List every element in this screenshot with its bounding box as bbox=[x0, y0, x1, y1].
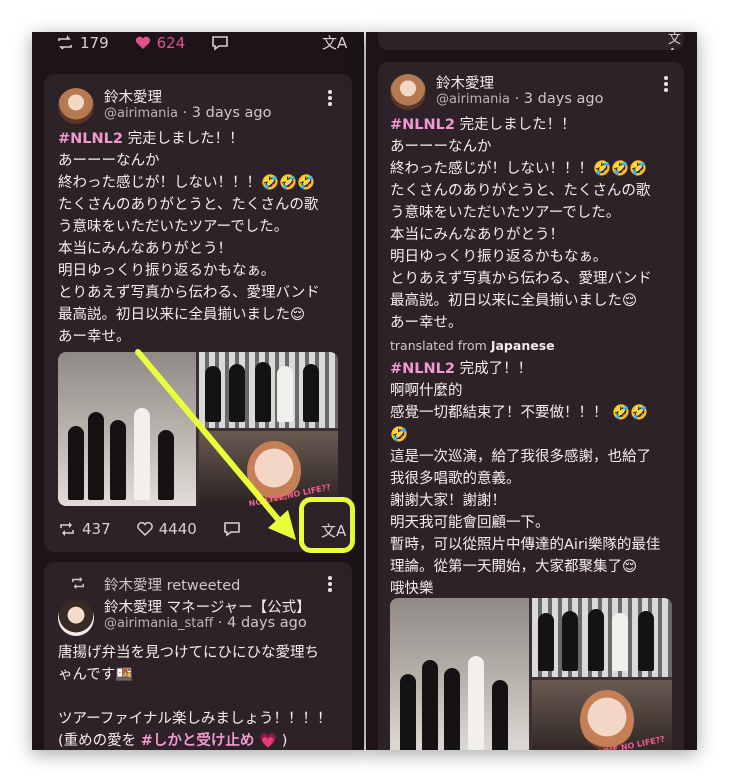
post-photos[interactable]: NO LIVE,NO LIFE?? bbox=[390, 598, 672, 750]
photo-group[interactable] bbox=[58, 352, 196, 506]
hashtag-link[interactable]: #しかと受け止め bbox=[141, 733, 255, 749]
reply-button[interactable] bbox=[211, 35, 229, 51]
more-icon[interactable] bbox=[664, 76, 668, 94]
photo-band[interactable] bbox=[532, 598, 672, 677]
translate-icon: 文A bbox=[322, 34, 348, 52]
retweet-icon bbox=[60, 522, 74, 536]
previous-post-actions: 179 624 bbox=[56, 34, 255, 52]
post-time[interactable]: · 3 days ago bbox=[183, 105, 272, 121]
hashtag-link[interactable]: #NLNL2 bbox=[390, 361, 455, 377]
right-timeline: 文A 鈴木愛理 @airimania · 3 days ago #NLNL2 完… bbox=[366, 32, 697, 750]
post-meta: @airimania_staff · 4 days ago bbox=[104, 615, 307, 631]
more-icon[interactable] bbox=[328, 576, 332, 594]
left-timeline: 179 624 文A 鈴木愛理 @airimania · 3 days ago … bbox=[32, 32, 364, 750]
author-handle[interactable]: @airimania_staff bbox=[104, 616, 213, 631]
like-button[interactable]: 624 bbox=[135, 34, 186, 52]
previous-post-card[interactable]: 文A bbox=[378, 32, 684, 50]
retweet-button[interactable]: 437 bbox=[58, 520, 111, 538]
author-name[interactable]: 鈴木愛理 bbox=[104, 86, 162, 107]
translate-highlight bbox=[299, 497, 355, 553]
retweet-button[interactable]: 179 bbox=[56, 34, 109, 52]
post-time[interactable]: · 3 days ago bbox=[515, 91, 604, 107]
retweet-count: 437 bbox=[82, 520, 111, 538]
post-time[interactable]: · 4 days ago bbox=[218, 615, 307, 631]
photo-selfie[interactable]: NO LIVE,NO LIFE?? bbox=[199, 431, 338, 506]
retweet-icon bbox=[72, 576, 84, 590]
like-count: 4440 bbox=[158, 520, 197, 538]
retweet-card[interactable]: 鈴木愛理 retweeted 鈴木愛理 マネージャー【公式】 @airimani… bbox=[44, 562, 352, 750]
heart-icon bbox=[136, 522, 153, 536]
post-meta: @airimania · 3 days ago bbox=[436, 91, 603, 107]
photo-group[interactable] bbox=[390, 598, 529, 750]
avatar[interactable] bbox=[58, 600, 94, 636]
retweet-count: 179 bbox=[80, 34, 109, 52]
translated-label: translated from Japanese bbox=[390, 338, 555, 353]
like-count: 624 bbox=[156, 34, 186, 52]
post-meta: @airimania · 3 days ago bbox=[104, 105, 271, 121]
translated-post-card[interactable]: 鈴木愛理 @airimania · 3 days ago #NLNL2 完走しま… bbox=[378, 62, 684, 750]
post-actions: 437 4440 bbox=[58, 520, 267, 538]
retweet-icon bbox=[58, 35, 72, 50]
post-text: #NLNL2 完走しました！！ あーーーなんか 終わった感じが！しない！！！🤣🤣… bbox=[58, 131, 320, 345]
source-language: Japanese bbox=[490, 338, 555, 353]
translate-button[interactable]: 文A bbox=[322, 32, 347, 53]
post-card[interactable]: 鈴木愛理 @airimania · 3 days ago #NLNL2 完走しま… bbox=[44, 74, 352, 552]
more-icon[interactable] bbox=[328, 90, 332, 108]
author-name[interactable]: 鈴木愛理 マネージャー【公式】 bbox=[104, 596, 311, 617]
reply-icon bbox=[224, 522, 240, 537]
avatar[interactable] bbox=[390, 74, 426, 110]
translate-icon[interactable]: 文A bbox=[668, 32, 684, 50]
photo-selfie[interactable]: NO LIVE,NO LIFE?? bbox=[532, 680, 672, 750]
heart-icon bbox=[135, 36, 150, 49]
like-button[interactable]: 4440 bbox=[136, 520, 197, 538]
author-name[interactable]: 鈴木愛理 bbox=[436, 72, 494, 93]
hashtag-link[interactable]: #NLNL2 bbox=[390, 117, 455, 133]
retweet-text: 唐揚げ弁当を見つけてにひにひな愛理ち ゃんです🍱 ツアーファイナル楽しみましょう… bbox=[58, 645, 332, 749]
translated-text: #NLNL2 完成了！！ 啊啊什麼的 感覺一切都結束了！不要做！！！ 🤣🤣 🤣 … bbox=[390, 361, 661, 597]
author-handle[interactable]: @airimania bbox=[436, 92, 510, 107]
photo-band[interactable] bbox=[199, 352, 338, 428]
post-text: #NLNL2 完走しました！！ あーーーなんか 終わった感じが！しない！！！🤣🤣… bbox=[390, 117, 652, 331]
hashtag-link[interactable]: #NLNL2 bbox=[58, 131, 123, 147]
reply-icon bbox=[212, 36, 229, 51]
reply-button[interactable] bbox=[223, 521, 241, 537]
retweeted-by[interactable]: 鈴木愛理 retweeted bbox=[104, 574, 240, 595]
author-handle[interactable]: @airimania bbox=[104, 106, 178, 121]
avatar[interactable] bbox=[58, 88, 94, 124]
post-photos[interactable]: NO LIVE,NO LIFE?? bbox=[58, 352, 338, 506]
